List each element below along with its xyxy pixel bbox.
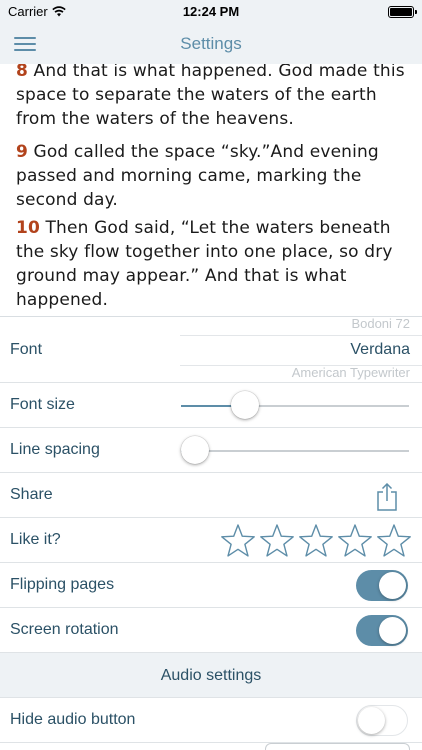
nav-bar: Settings xyxy=(0,24,422,64)
verse-8: 8 And that is what happened. God made th… xyxy=(16,64,408,131)
settings-list: Font Bodoni 72 Verdana American Typewrit… xyxy=(0,316,422,750)
font-size-label: Font size xyxy=(10,396,75,413)
page-title: Settings xyxy=(180,34,242,53)
font-option[interactable]: American Typewriter xyxy=(292,365,410,380)
verse-text: God called the space “sky.”And evening p… xyxy=(16,142,379,210)
font-option[interactable]: Bodoni 72 xyxy=(351,316,410,331)
font-option-selected[interactable]: Verdana xyxy=(350,341,410,359)
star-outline-icon[interactable] xyxy=(376,523,412,559)
star-outline-icon[interactable] xyxy=(220,523,256,559)
verse-10: 10 Then God said, “Let the waters beneat… xyxy=(16,216,408,312)
star-outline-icon[interactable] xyxy=(259,523,295,559)
line-spacing-slider[interactable] xyxy=(181,436,409,464)
battery-icon xyxy=(388,6,417,18)
star-outline-icon[interactable] xyxy=(298,523,334,559)
hide-audio-row: Hide audio button xyxy=(0,698,422,743)
flipping-pages-row: Flipping pages xyxy=(0,563,422,608)
verse-number: 10 xyxy=(16,218,40,238)
verse-number: 8 xyxy=(16,64,28,81)
hide-audio-label: Hide audio button xyxy=(10,711,136,728)
star-rating[interactable] xyxy=(220,523,412,559)
verse-number: 9 xyxy=(16,142,28,162)
screen-rotation-label: Screen rotation xyxy=(10,621,119,638)
font-label: Font xyxy=(10,341,43,358)
hide-audio-toggle[interactable] xyxy=(356,705,408,736)
rating-label: Like it? xyxy=(10,531,61,548)
line-spacing-row: Line spacing xyxy=(0,428,422,473)
flipping-pages-label: Flipping pages xyxy=(10,576,115,593)
slider-thumb[interactable] xyxy=(181,436,209,464)
clock: 12:24 PM xyxy=(182,4,240,19)
share-icon[interactable] xyxy=(374,483,400,511)
status-bar: Carrier 12:24 PM xyxy=(0,0,422,24)
audio-settings-header: Audio settings xyxy=(0,653,422,698)
verse-text: Then God said, “Let the waters beneath t… xyxy=(16,218,393,310)
reader-preview: 8 And that is what happened. God made th… xyxy=(0,64,422,316)
verse-text: And that is what happened. God made this… xyxy=(16,64,405,129)
screen-rotation-toggle[interactable] xyxy=(356,615,408,646)
star-outline-icon[interactable] xyxy=(337,523,373,559)
screen-rotation-row: Screen rotation xyxy=(0,608,422,653)
font-row: Font Bodoni 72 Verdana American Typewrit… xyxy=(0,316,422,383)
flipping-pages-toggle[interactable] xyxy=(356,570,408,601)
rating-row: Like it? xyxy=(0,518,422,563)
partial-control xyxy=(265,743,410,750)
slider-thumb[interactable] xyxy=(231,391,259,419)
font-picker[interactable]: Bodoni 72 Verdana American Typewriter xyxy=(180,316,422,383)
font-size-slider[interactable] xyxy=(181,391,409,419)
line-spacing-label: Line spacing xyxy=(10,441,100,458)
share-row[interactable]: Share xyxy=(0,473,422,518)
font-size-row: Font size xyxy=(0,383,422,428)
share-label: Share xyxy=(10,486,53,503)
verse-9: 9 God called the space “sky.”And evening… xyxy=(16,140,408,212)
